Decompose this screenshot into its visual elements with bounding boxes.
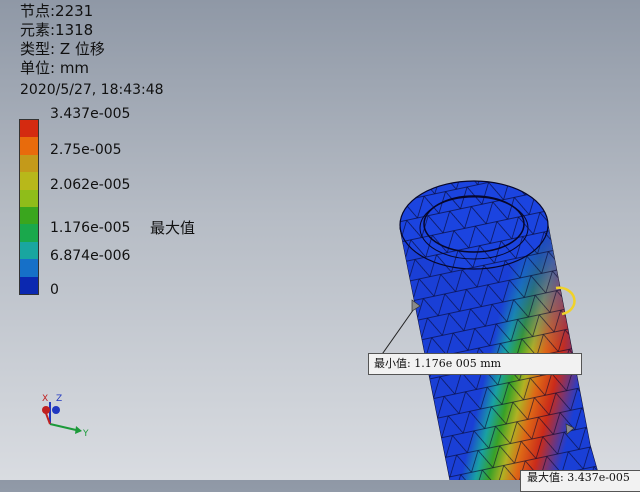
- cylinder-model[interactable]: [399, 180, 601, 480]
- min-leader-line: [377, 305, 417, 361]
- max-value-callout: 最大值: 3.437e-005: [520, 470, 640, 492]
- x-axis-ball-icon: [42, 406, 50, 414]
- x-axis-label: X: [42, 394, 48, 404]
- z-axis-ball-icon: [52, 406, 60, 414]
- y-axis-line: [49, 423, 77, 431]
- 3d-viewport[interactable]: [0, 0, 640, 480]
- y-axis-arrow-icon: [75, 426, 82, 434]
- axis-triad[interactable]: X Z Y: [36, 392, 96, 442]
- min-value-callout: 最小值: 1.176e 005 mm: [368, 353, 582, 375]
- z-axis-label: Z: [56, 394, 62, 404]
- y-axis-label: Y: [82, 429, 89, 439]
